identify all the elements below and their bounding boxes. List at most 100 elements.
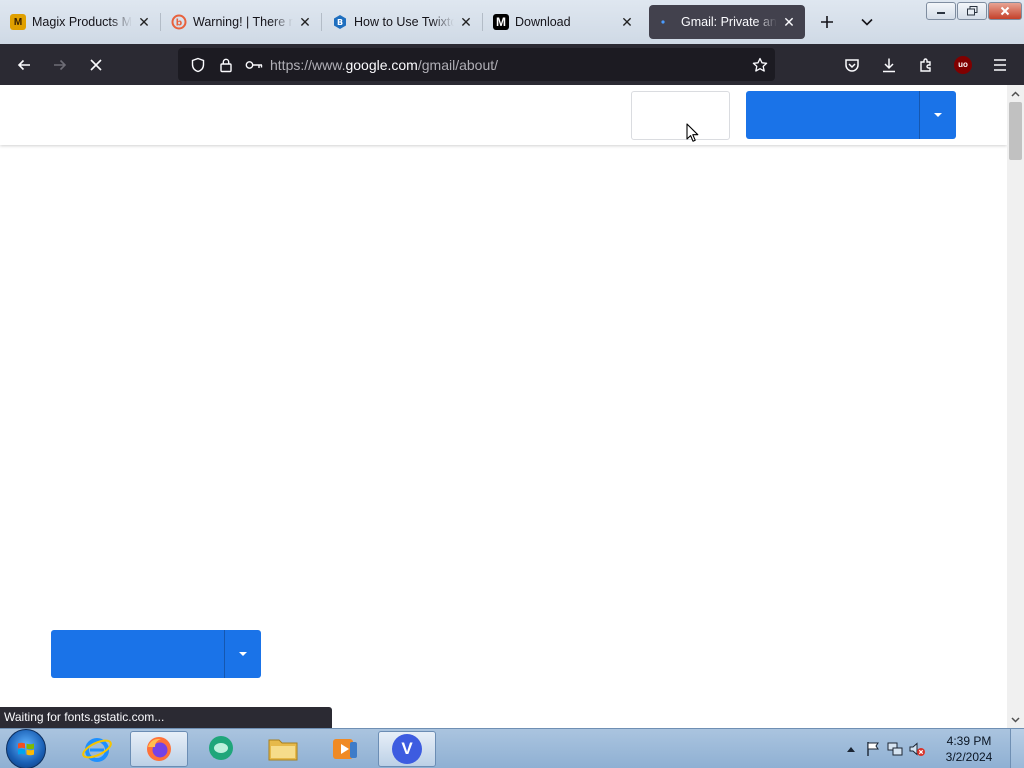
tab-download[interactable]: M Download ✕: [483, 4, 643, 40]
windows-taskbar: V 4:39 PM 3/2/2024: [0, 728, 1024, 768]
tab-warning[interactable]: b Warning! | There m ✕: [161, 4, 321, 40]
scroll-down-arrow[interactable]: [1007, 711, 1024, 728]
medium-icon: M: [493, 14, 509, 30]
network-tray[interactable]: [884, 741, 906, 757]
minimize-icon: [937, 12, 945, 14]
taskbar-v-app[interactable]: V: [378, 730, 436, 767]
tab-title: Gmail: Private and s: [681, 15, 777, 29]
stop-button[interactable]: [80, 49, 112, 81]
close-icon[interactable]: ✕: [136, 14, 152, 30]
new-tab-button[interactable]: [811, 6, 843, 38]
site-info-button[interactable]: [212, 57, 240, 73]
scroll-up-arrow[interactable]: [1007, 85, 1024, 102]
address-bar[interactable]: https://www.google.com/gmail/about/: [178, 48, 775, 81]
create-account-dropdown[interactable]: [920, 91, 956, 139]
page-content: [0, 85, 1007, 728]
volume-muted-icon: [909, 742, 925, 756]
status-panel: Waiting for fonts.gstatic.com...: [0, 707, 332, 728]
url-prefix: https://www.: [270, 56, 346, 73]
windows-logo-icon: [18, 742, 34, 755]
pocket-button[interactable]: [836, 49, 868, 81]
close-icon[interactable]: ✕: [297, 14, 313, 30]
close-icon: [1000, 6, 1010, 16]
back-button[interactable]: [8, 49, 40, 81]
system-clock[interactable]: 4:39 PM 3/2/2024: [934, 733, 1004, 765]
tab-title: Download: [515, 15, 571, 29]
hero-create-account-button[interactable]: [51, 630, 224, 678]
close-icon[interactable]: ✕: [619, 14, 635, 30]
show-desktop-button[interactable]: [1010, 729, 1024, 768]
shield-icon: [191, 57, 205, 72]
hero-create-account-split-button: [51, 630, 261, 678]
taskbar-chat-app[interactable]: [192, 731, 250, 767]
sign-in-button[interactable]: [631, 91, 730, 140]
internet-explorer-icon: [82, 737, 112, 762]
url-path: /gmail/about/: [417, 56, 499, 73]
triangle-down-icon: [1011, 716, 1020, 723]
tracking-protection-button[interactable]: [184, 57, 212, 73]
site-header: [0, 85, 1007, 145]
star-icon: [752, 57, 768, 72]
chat-icon: [209, 735, 233, 760]
triangle-up-icon: [1011, 90, 1020, 97]
start-button[interactable]: [6, 728, 46, 768]
v-app-icon: [392, 733, 422, 764]
warning-site-icon: b: [171, 14, 187, 30]
password-manager-button[interactable]: [240, 59, 268, 71]
tab-gmail[interactable]: Gmail: Private and s ✕: [649, 5, 805, 39]
restore-button[interactable]: [957, 2, 987, 20]
hero-create-account-dropdown[interactable]: [225, 630, 261, 678]
mouse-cursor-icon: [686, 123, 699, 142]
list-all-tabs-button[interactable]: [851, 6, 883, 38]
ublock-origin-icon: uo: [954, 55, 972, 74]
twixtor-icon: B: [332, 14, 348, 30]
taskbar-firefox[interactable]: [130, 730, 188, 767]
tab-title: Warning! | There m: [193, 15, 293, 29]
tab-title: How to Use Twixtor: [354, 15, 454, 29]
url-host: google.com: [345, 56, 418, 73]
volume-tray[interactable]: [906, 741, 928, 757]
chevron-down-icon: [861, 18, 873, 26]
window-controls: [925, 2, 1022, 20]
bookmark-button[interactable]: [745, 57, 775, 73]
minimize-button[interactable]: [926, 2, 956, 20]
toolbar-right: uo: [831, 48, 1016, 81]
arrow-right-icon: [54, 59, 67, 70]
create-account-button[interactable]: [746, 91, 919, 139]
plus-icon: [821, 16, 833, 28]
tab-magix[interactable]: M Magix Products Mu ✕: [0, 4, 160, 40]
extensions-button[interactable]: [910, 49, 942, 81]
restore-icon: [966, 6, 977, 16]
file-explorer-icon: [268, 739, 298, 760]
close-icon[interactable]: ✕: [458, 14, 474, 30]
flag-icon: [867, 742, 879, 756]
download-icon: [883, 58, 895, 72]
hamburger-menu-icon: [994, 58, 1006, 71]
arrow-left-icon: [17, 59, 30, 70]
vertical-scrollbar[interactable]: [1007, 85, 1024, 728]
close-window-button[interactable]: [988, 2, 1022, 20]
close-icon[interactable]: ✕: [781, 14, 797, 30]
ublock-origin-button[interactable]: uo: [947, 49, 979, 81]
action-center-tray[interactable]: [862, 741, 884, 757]
taskbar-media-player[interactable]: [316, 731, 374, 767]
show-hidden-icons-button[interactable]: [840, 746, 862, 752]
tab-title: Magix Products Mu: [32, 15, 132, 29]
scrollbar-thumb[interactable]: [1009, 102, 1022, 160]
app-menu-button[interactable]: [984, 49, 1016, 81]
tab-twixtor[interactable]: B How to Use Twixtor ✕: [322, 4, 482, 40]
system-tray: 4:39 PM 3/2/2024: [840, 729, 1024, 768]
stop-icon: [90, 58, 102, 71]
caret-down-icon: [934, 113, 942, 117]
downloads-button[interactable]: [873, 49, 905, 81]
taskbar-file-explorer[interactable]: [254, 731, 312, 767]
taskbar-internet-explorer[interactable]: [68, 731, 126, 767]
loading-icon: [659, 14, 675, 30]
caret-down-icon: [239, 652, 247, 656]
url-text: https://www.google.com/gmail/about/: [268, 57, 745, 73]
network-icon: [887, 742, 903, 756]
forward-button[interactable]: [44, 49, 76, 81]
media-player-icon: [333, 738, 357, 759]
pocket-icon: [845, 58, 859, 72]
svg-text:B: B: [337, 18, 343, 27]
